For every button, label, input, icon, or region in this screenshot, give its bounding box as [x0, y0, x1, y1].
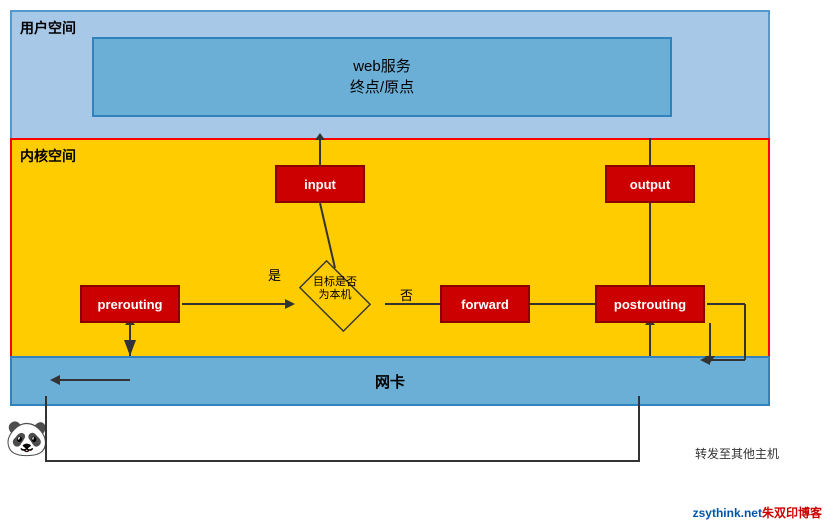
bottom-line-v-right: [638, 396, 640, 461]
kernel-space-label: 内核空间: [20, 146, 76, 166]
web-service-label: web服务 终点/原点: [350, 56, 414, 98]
watermark: zsythink.net朱双印博客: [693, 504, 822, 521]
routing-decision: 目标是否 为本机: [285, 268, 385, 328]
network-card-label: 网卡: [375, 371, 405, 392]
forward-to-label: 转发至其他主机: [695, 445, 779, 462]
input-chain: input: [275, 165, 365, 203]
prerouting-chain: prerouting: [80, 285, 180, 323]
forward-chain: forward: [440, 285, 530, 323]
diagram-wrapper: 用户空间 web服务 终点/原点 内核空间 网卡 input output pr…: [10, 10, 800, 440]
watermark-text2: 朱双印博客: [762, 506, 822, 520]
network-card: 网卡: [10, 356, 770, 406]
web-service-box: web服务 终点/原点: [92, 37, 672, 117]
user-space-label: 用户空间: [20, 18, 76, 38]
watermark-text1: zsythink.net: [693, 506, 762, 520]
user-space: 用户空间 web服务 终点/原点: [10, 10, 770, 140]
postrouting-chain: postrouting: [595, 285, 705, 323]
bottom-line-h: [45, 460, 640, 462]
panda-icon: 🐼: [5, 418, 49, 459]
decision-label: 目标是否 为本机: [285, 276, 385, 302]
bottom-line-v-left: [45, 396, 47, 461]
output-chain: output: [605, 165, 695, 203]
